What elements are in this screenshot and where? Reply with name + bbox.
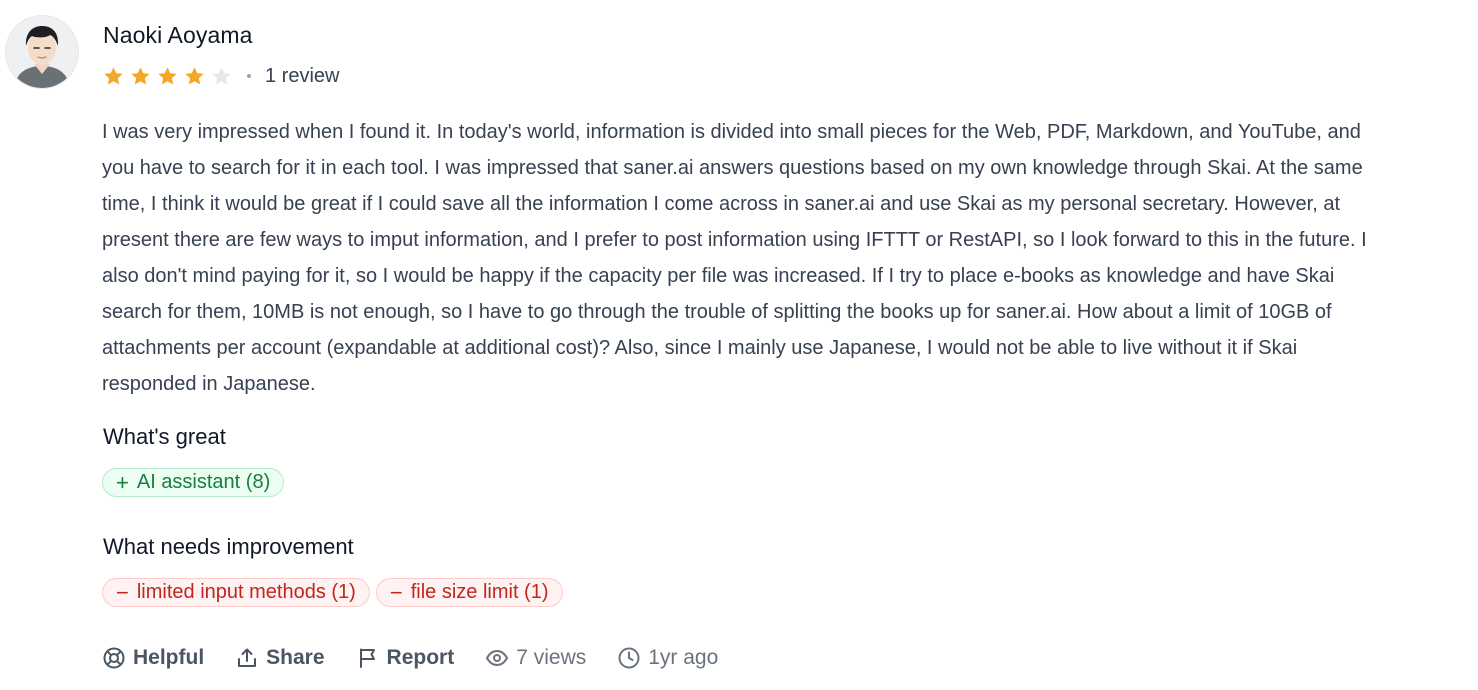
report-button[interactable]: Report	[356, 646, 455, 670]
tag-file-size-limit[interactable]: − file size limit (1)	[375, 578, 563, 607]
tag-label: limited input methods (1)	[136, 581, 356, 603]
reviewer-name[interactable]: Naoki Aoyama	[103, 22, 253, 49]
separator-dot	[247, 74, 251, 78]
minus-icon: −	[389, 579, 403, 605]
whats-great-tags: + AI assistant (8)	[102, 468, 285, 497]
lifebuoy-icon	[103, 647, 125, 669]
star-filled-icon	[158, 66, 177, 85]
plus-icon: +	[116, 469, 129, 495]
time-label: 1yr ago	[648, 646, 719, 669]
rating-row: 1 review	[102, 64, 339, 88]
minus-icon: −	[116, 579, 129, 605]
tag-label: AI assistant (8)	[136, 471, 271, 493]
share-button[interactable]: Share	[235, 646, 325, 670]
avatar[interactable]	[6, 16, 78, 88]
review-body: I was very impressed when I found it. In…	[102, 121, 1367, 395]
share-icon	[238, 648, 257, 667]
eye-icon	[486, 649, 509, 667]
views-label: 7 views	[516, 646, 587, 669]
review-count: 1 review	[265, 64, 340, 87]
review-timestamp: 1yr ago	[617, 646, 718, 670]
star-rating	[102, 65, 233, 88]
share-label: Share	[266, 646, 325, 669]
star-filled-icon	[131, 66, 150, 85]
tag-label: file size limit (1)	[410, 581, 549, 603]
star-empty-icon	[212, 66, 231, 85]
whats-great-heading: What's great	[103, 424, 226, 449]
clock-icon	[618, 647, 640, 669]
helpful-button[interactable]: Helpful	[102, 646, 204, 670]
report-label: Report	[386, 646, 455, 669]
view-count: 7 views	[485, 646, 586, 670]
avatar-image	[6, 16, 78, 88]
needs-improvement-tags: − limited input methods (1) − file size …	[102, 578, 563, 607]
star-filled-icon	[104, 66, 123, 85]
helpful-label: Helpful	[133, 646, 205, 669]
tag-ai-assistant[interactable]: + AI assistant (8)	[102, 468, 285, 497]
flag-icon	[359, 648, 375, 668]
star-filled-icon	[185, 66, 204, 85]
tag-limited-input-methods[interactable]: − limited input methods (1)	[102, 578, 370, 607]
needs-improvement-heading: What needs improvement	[103, 534, 354, 559]
review-actions: Helpful Share Report 7 views 1yr ago	[102, 644, 749, 672]
